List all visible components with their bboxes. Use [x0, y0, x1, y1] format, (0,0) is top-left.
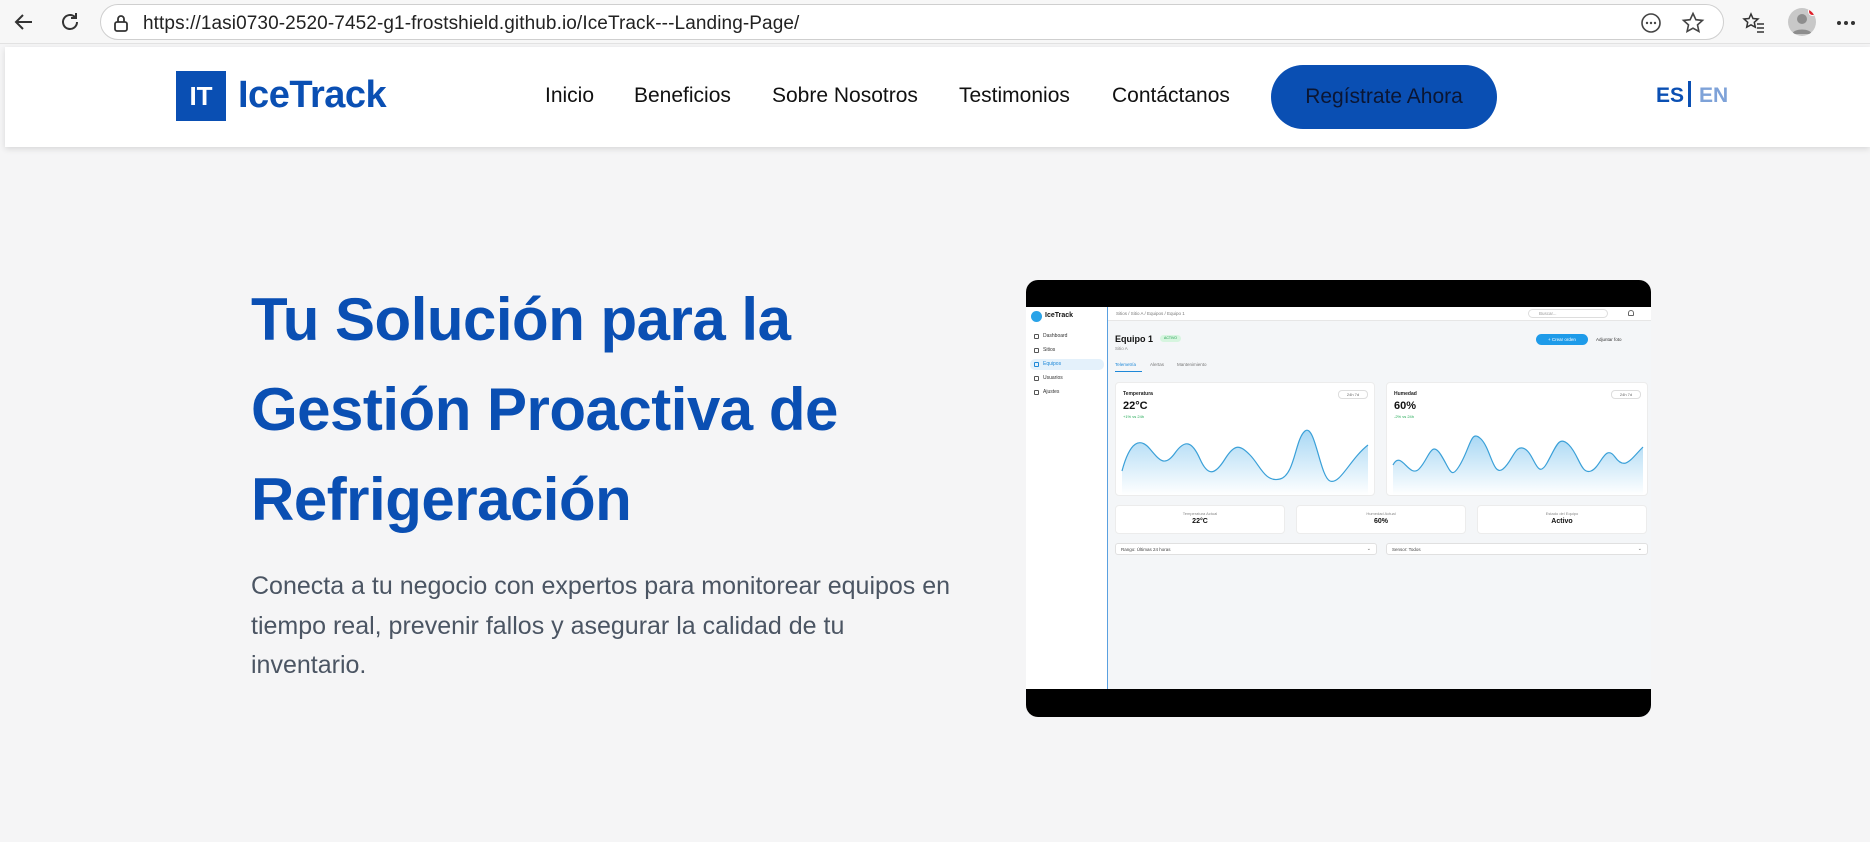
preview-topbar: Sitios / Sitio A / Equipos / Equipo 1 Bu…: [1108, 307, 1651, 321]
nav-sobre-nosotros[interactable]: Sobre Nosotros: [772, 84, 918, 108]
nav-inicio[interactable]: Inicio: [545, 84, 594, 108]
preview-card-value: 60%: [1394, 400, 1417, 412]
register-button[interactable]: Regístrate Ahora: [1271, 65, 1497, 129]
preview-card-value: 22°C: [1123, 400, 1148, 412]
hero-subtitle: Conecta a tu negocio con expertos para m…: [251, 567, 1021, 686]
preview-stat-label: Estado del Equipo: [1545, 511, 1579, 516]
lock-icon[interactable]: [113, 14, 129, 37]
nav-beneficios[interactable]: Beneficios: [634, 84, 731, 108]
preview-temperature-sparkline: [1121, 429, 1369, 495]
logo-text[interactable]: IceTrack: [238, 74, 387, 117]
preview-search: Buscar...: [1528, 309, 1608, 318]
preview-stat-value: 60%: [1373, 518, 1388, 525]
reload-icon[interactable]: [56, 8, 84, 36]
preview-card-title: Humedad: [1394, 391, 1417, 397]
preview-sidebar: IceTrack Dashboard Sitios Equipos Usuari…: [1026, 307, 1108, 689]
preview-sensor-select: Sensor: Todos ⌄: [1386, 543, 1648, 555]
url-text[interactable]: https://1asi0730-2520-7452-g1-frostshiel…: [143, 13, 799, 35]
preview-primary-button: + Crear orden: [1536, 334, 1588, 345]
preview-tab: Mantenimiento: [1177, 362, 1207, 367]
app-preview-image: IceTrack Dashboard Sitios Equipos Usuari…: [1026, 280, 1651, 717]
preview-logo-icon: [1031, 311, 1042, 322]
menu-ellipsis-icon[interactable]: [1832, 9, 1860, 37]
favorite-star-icon[interactable]: [1680, 11, 1706, 34]
preview-app-name: IceTrack: [1045, 312, 1074, 319]
preview-bell-icon: [1628, 310, 1634, 316]
preview-tab: Alertas: [1150, 362, 1165, 367]
hero-title: Tu Solución para la Gestión Proactiva de…: [251, 275, 971, 545]
hero-subtitle-line: tiempo real, prevenir fallos y asegurar …: [251, 611, 845, 640]
nav-testimonios[interactable]: Testimonios: [959, 84, 1070, 108]
landing-page: IT IceTrack Inicio Beneficios Sobre Noso…: [5, 47, 1870, 842]
favorites-collections-icon[interactable]: [1740, 9, 1768, 37]
preview-sidebar-item: Ajustes: [1030, 387, 1104, 398]
preview-temperature-card: Temperatura 22°C +1% vs 24h 24h 7d: [1115, 382, 1375, 496]
preview-sidebar-item: Dashboard: [1030, 331, 1104, 342]
preview-stat-label: Temperatura Actual: [1182, 511, 1218, 516]
preview-card-segment: 24h 7d: [1611, 390, 1641, 399]
hero-title-line: Refrigeración: [251, 466, 632, 533]
preview-stat-card: Temperatura Actual 22°C: [1115, 505, 1285, 534]
address-bar[interactable]: https://1asi0730-2520-7452-g1-frostshiel…: [100, 4, 1724, 40]
lang-en-button[interactable]: EN: [1699, 84, 1728, 108]
preview-subtitle: Sitio A: [1115, 346, 1128, 351]
preview-tab-indicator: [1115, 371, 1142, 372]
preview-status-badge: ACTIVO: [1160, 335, 1181, 342]
nav-contactanos[interactable]: Contáctanos: [1112, 84, 1230, 108]
preview-sidebar-item: Usuarios: [1030, 373, 1104, 384]
hero-title-line: Gestión Proactiva de: [251, 376, 838, 443]
browser-toolbar: https://1asi0730-2520-7452-g1-frostshiel…: [0, 0, 1870, 44]
preview-secondary-button: Adjuntar foto: [1596, 337, 1622, 342]
preview-stat-value: Activo: [1551, 518, 1573, 525]
hero-title-line: Tu Solución para la: [251, 286, 791, 353]
more-options-circle-icon[interactable]: [1638, 12, 1664, 34]
hero-subtitle-line: inventario.: [251, 651, 367, 679]
logo-mark[interactable]: IT: [176, 71, 226, 121]
lang-es-button[interactable]: ES: [1656, 84, 1684, 108]
profile-avatar[interactable]: [1788, 8, 1816, 36]
lang-separator: [1688, 81, 1691, 107]
preview-range-select: Rango: Últimas 24 horas ⌄: [1115, 543, 1377, 555]
notification-dot: [1808, 8, 1816, 16]
preview-card-segment: 24h 7d: [1338, 390, 1368, 399]
preview-breadcrumb: Sitios / Sitio A / Equipos / Equipo 1: [1116, 311, 1185, 316]
preview-sidebar-item-active: Equipos: [1030, 359, 1104, 370]
preview-stat-card: Estado del Equipo Activo: [1477, 505, 1647, 534]
preview-humidity-sparkline: [1392, 435, 1644, 495]
back-icon[interactable]: [10, 8, 38, 36]
preview-humidity-card: Humedad 60% -2% vs 24h 24h 7d: [1386, 382, 1648, 496]
hero-subtitle-line: Conecta a tu negocio con expertos para m…: [251, 572, 951, 600]
preview-stat-label: Humedad Actual: [1366, 511, 1396, 516]
preview-card-title: Temperatura: [1123, 391, 1153, 397]
site-header: IT IceTrack Inicio Beneficios Sobre Noso…: [5, 47, 1870, 147]
preview-stat-card: Humedad Actual 60%: [1296, 505, 1466, 534]
app-preview-screen: IceTrack Dashboard Sitios Equipos Usuari…: [1026, 307, 1651, 689]
preview-stat-value: 22°C: [1192, 518, 1208, 525]
preview-tab: Telemetría: [1115, 362, 1137, 367]
preview-sidebar-item: Sitios: [1030, 345, 1104, 356]
preview-title: Equipo 1: [1115, 334, 1153, 344]
